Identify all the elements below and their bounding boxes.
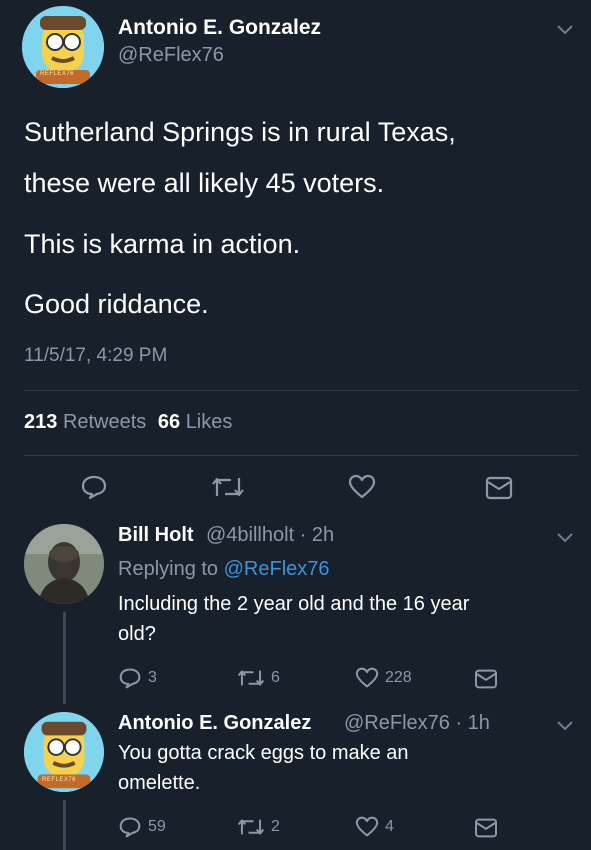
retweet-icon [237, 670, 265, 686]
retweet-button[interactable]: 2 [237, 816, 280, 838]
avatar-caption: REFLEX76 [42, 777, 77, 783]
share-icon[interactable] [474, 669, 498, 694]
reply-author-name[interactable]: Bill Holt [118, 524, 194, 547]
retweet-icon [237, 819, 265, 835]
like-button[interactable]: 4 [355, 816, 394, 838]
chevron-down-icon[interactable] [556, 532, 574, 544]
reply-meta[interactable]: @ReFlex76 · 1h [344, 712, 490, 735]
replying-to: Replying to @ReFlex76 [118, 558, 330, 581]
tweet-text-line-4: Good riddance. [24, 289, 209, 319]
reply-text-line-2: omelette. [118, 772, 201, 794]
retweet-label: Retweets [62, 411, 147, 433]
statue-bust-avatar-icon [24, 524, 104, 604]
engagement-stats[interactable]: 213 Retweets 66 Likes [24, 411, 232, 434]
like-count: 66 [157, 411, 181, 433]
reply-count: 59 [148, 818, 166, 835]
share-icon[interactable] [485, 476, 513, 505]
reply-button[interactable]: 3 [118, 667, 157, 689]
like-count: 228 [385, 669, 412, 686]
avatar-caption: REFLEX76 [40, 71, 75, 77]
retweet-count: 6 [271, 669, 280, 686]
like-icon [355, 667, 379, 688]
reply-text-line-1: You gotta crack eggs to make an [118, 742, 409, 764]
like-label: Likes [185, 411, 233, 433]
retweet-icon[interactable] [211, 474, 245, 505]
tweet-text-line-2: these were all likely 45 voters. [24, 168, 385, 198]
reply-text-line-1: Including the 2 year old and the 16 year [118, 593, 470, 615]
chevron-down-icon[interactable] [556, 24, 574, 36]
thread-line [63, 612, 66, 704]
like-button[interactable]: 228 [355, 667, 412, 689]
chevron-down-icon[interactable] [556, 720, 574, 732]
reply-count: 3 [148, 669, 157, 686]
like-icon[interactable] [348, 474, 376, 505]
tweet-text-line-1: Sutherland Springs is in rural Texas, [24, 117, 456, 147]
divider [24, 390, 579, 391]
author-name[interactable]: Antonio E. Gonzalez [118, 16, 321, 40]
tweet-text-line-3: This is karma in action. [24, 229, 301, 259]
replying-label: Replying to [118, 558, 219, 580]
like-icon [355, 816, 379, 837]
reply-icon [119, 817, 141, 838]
reply-avatar[interactable] [24, 524, 104, 604]
divider [24, 455, 579, 456]
thread-line [63, 800, 66, 850]
replying-handle-link[interactable]: @ReFlex76 [224, 558, 330, 580]
like-count: 4 [385, 818, 394, 835]
author-handle[interactable]: @ReFlex76 [118, 44, 224, 67]
reply-meta[interactable]: @4billholt · 2h [206, 524, 334, 547]
reply-author-name[interactable]: Antonio E. Gonzalez [118, 712, 311, 735]
tweet-timestamp: 11/5/17, 4:29 PM [24, 345, 168, 366]
share-icon[interactable] [474, 818, 498, 843]
retweet-button[interactable]: 6 [237, 667, 280, 689]
reply-button[interactable]: 59 [118, 816, 166, 838]
reply-text-line-2: old? [118, 623, 156, 645]
reply-icon[interactable] [80, 474, 108, 505]
retweet-count: 213 [24, 411, 58, 433]
retweet-count: 2 [271, 818, 280, 835]
reply-icon [119, 668, 141, 689]
